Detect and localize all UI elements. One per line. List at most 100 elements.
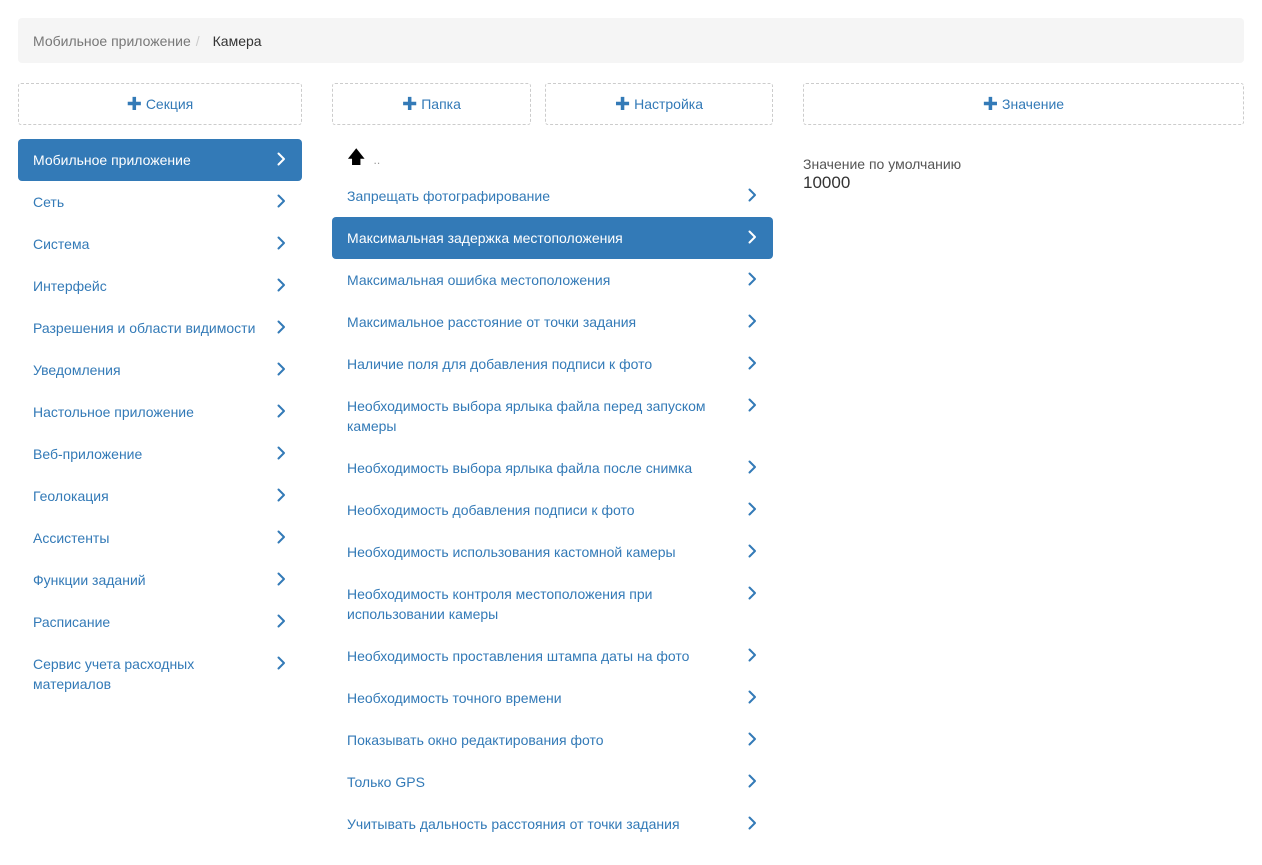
- sections-list: Мобильное приложение Сеть Система Интерфейс…: [18, 139, 302, 705]
- setting-item-label: Необходимость добавления подписи к фото: [347, 502, 635, 518]
- setting-item-label: Необходимость проставления штампа даты н…: [347, 648, 690, 664]
- chevron-right-icon: [274, 485, 288, 505]
- up-level-row[interactable]: 🡅 ..: [332, 139, 773, 175]
- setting-item-label: Показывать окно редактирования фото: [347, 732, 604, 748]
- chevron-right-icon: [274, 527, 288, 547]
- setting-item[interactable]: Учитывать дальность расстояния от точки …: [332, 803, 773, 845]
- up-level-label: ..: [373, 153, 381, 167]
- plus-icon: ✚: [126, 94, 142, 114]
- section-item-label: Интерфейс: [33, 278, 107, 294]
- chevron-right-icon: [745, 185, 759, 205]
- setting-item[interactable]: Необходимость использования кастомной ка…: [332, 531, 773, 573]
- chevron-right-icon: [745, 269, 759, 289]
- chevron-right-icon: [745, 813, 759, 833]
- chevron-right-icon: [745, 771, 759, 791]
- chevron-right-icon: [274, 191, 288, 211]
- section-item[interactable]: Система: [18, 223, 302, 265]
- section-item-label: Уведомления: [33, 362, 121, 378]
- setting-item[interactable]: Наличие поля для добавления подписи к фо…: [332, 343, 773, 385]
- section-item[interactable]: Расписание: [18, 601, 302, 643]
- setting-item[interactable]: Максимальная ошибка местоположения: [332, 259, 773, 301]
- chevron-right-icon: [745, 457, 759, 477]
- section-item-label: Разрешения и области видимости: [33, 320, 256, 336]
- setting-item[interactable]: Запрещать фотографирование: [332, 175, 773, 217]
- section-item-label: Сервис учета расходных материалов: [33, 656, 195, 692]
- chevron-right-icon: [274, 149, 288, 169]
- setting-item[interactable]: Только GPS: [332, 761, 773, 803]
- breadcrumb-parent[interactable]: Мобильное приложение: [33, 33, 191, 49]
- setting-item-label: Максимальная задержка местоположения: [347, 230, 623, 246]
- plus-icon: ✚: [982, 94, 998, 114]
- setting-item-label: Только GPS: [347, 774, 425, 790]
- chevron-right-icon: [274, 275, 288, 295]
- add-value-label: Значение: [1002, 96, 1065, 112]
- setting-item-label: Наличие поля для добавления подписи к фо…: [347, 356, 653, 372]
- breadcrumb: Мобильное приложение / Камера: [18, 18, 1244, 63]
- section-item[interactable]: Сеть: [18, 181, 302, 223]
- section-item[interactable]: Настольное приложение: [18, 391, 302, 433]
- section-item-label: Настольное приложение: [33, 404, 194, 420]
- setting-item[interactable]: Необходимость точного времени: [332, 677, 773, 719]
- add-folder-button[interactable]: ✚ Папка: [332, 83, 531, 125]
- setting-item[interactable]: Необходимость выбора ярлыка файла после …: [332, 447, 773, 489]
- chevron-right-icon: [274, 653, 288, 673]
- section-item[interactable]: Функции заданий: [18, 559, 302, 601]
- section-item-label: Веб-приложение: [33, 446, 143, 462]
- chevron-right-icon: [745, 729, 759, 749]
- setting-item-label: Максимальная ошибка местоположения: [347, 272, 611, 288]
- add-folder-label: Папка: [421, 96, 461, 112]
- default-value-label: Значение по умолчанию: [803, 156, 962, 172]
- setting-item[interactable]: Максимальное расстояние от точки задания: [332, 301, 773, 343]
- settings-list: 🡅 .. Запрещать фотографирование Максималь…: [332, 139, 773, 845]
- add-setting-button[interactable]: ✚ Настройка: [545, 83, 773, 125]
- add-value-button[interactable]: ✚ Значение: [803, 83, 1244, 125]
- chevron-right-icon: [745, 583, 759, 603]
- setting-item[interactable]: Необходимость проставления штампа даты н…: [332, 635, 773, 677]
- section-item[interactable]: Геолокация: [18, 475, 302, 517]
- section-item-label: Ассистенты: [33, 530, 110, 546]
- chevron-right-icon: [745, 395, 759, 415]
- chevron-right-icon: [274, 611, 288, 631]
- arrow-up-icon: 🡅: [347, 147, 366, 167]
- setting-item[interactable]: Максимальная задержка местоположения: [332, 217, 773, 259]
- chevron-right-icon: [274, 443, 288, 463]
- chevron-right-icon: [745, 499, 759, 519]
- setting-item[interactable]: Необходимость выбора ярлыка файла перед …: [332, 385, 773, 447]
- plus-icon: ✚: [614, 94, 631, 114]
- chevron-right-icon: [274, 359, 288, 379]
- section-item-label: Геолокация: [33, 488, 109, 504]
- setting-item-label: Необходимость точного времени: [347, 690, 562, 706]
- section-item[interactable]: Мобильное приложение: [18, 139, 302, 181]
- setting-item[interactable]: Необходимость контроля местоположения пр…: [332, 573, 773, 635]
- default-value: 10000: [803, 173, 851, 192]
- chevron-right-icon: [274, 317, 288, 337]
- chevron-right-icon: [745, 645, 759, 665]
- section-item[interactable]: Интерфейс: [18, 265, 302, 307]
- section-item-label: Расписание: [33, 614, 111, 630]
- section-item-label: Мобильное приложение: [33, 152, 191, 168]
- add-section-label: Секция: [145, 96, 194, 112]
- section-item-label: Система: [33, 236, 90, 252]
- section-item[interactable]: Сервис учета расходных материалов: [18, 643, 302, 705]
- chevron-right-icon: [274, 233, 288, 253]
- chevron-right-icon: [745, 227, 759, 247]
- setting-item-label: Запрещать фотографирование: [347, 188, 551, 204]
- section-item-label: Функции заданий: [33, 572, 146, 588]
- section-item[interactable]: Уведомления: [18, 349, 302, 391]
- section-item[interactable]: Разрешения и области видимости: [18, 307, 302, 349]
- setting-item-label: Необходимость контроля местоположения пр…: [347, 586, 653, 622]
- setting-item[interactable]: Необходимость добавления подписи к фото: [332, 489, 773, 531]
- chevron-right-icon: [745, 353, 759, 373]
- section-item[interactable]: Веб-приложение: [18, 433, 302, 475]
- add-setting-label: Настройка: [634, 96, 703, 112]
- setting-item-label: Максимальное расстояние от точки задания: [347, 314, 637, 330]
- add-section-button[interactable]: ✚ Секция: [18, 83, 302, 125]
- section-item[interactable]: Ассистенты: [18, 517, 302, 559]
- setting-item-label: Необходимость использования кастомной ка…: [347, 544, 676, 560]
- setting-item[interactable]: Показывать окно редактирования фото: [332, 719, 773, 761]
- chevron-right-icon: [745, 311, 759, 331]
- chevron-right-icon: [274, 401, 288, 421]
- chevron-right-icon: [745, 687, 759, 707]
- chevron-right-icon: [745, 541, 759, 561]
- setting-item-label: Необходимость выбора ярлыка файла перед …: [347, 398, 706, 434]
